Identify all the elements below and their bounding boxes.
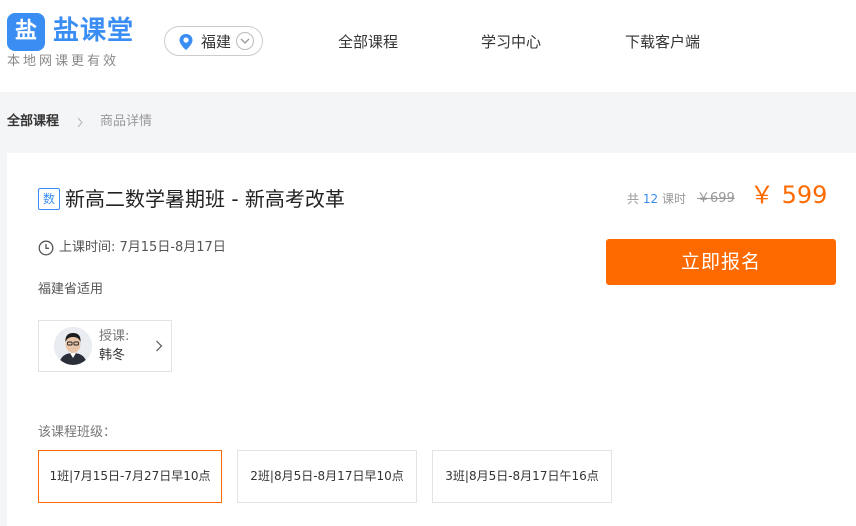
teacher-role: 授课: [99,329,130,344]
course-detail-card: 数 新高二数学暑期班 - 新高考改革 共 12 课时 ￥699 ￥ 599 上课… [7,153,856,526]
chevron-right-icon [156,340,163,352]
original-price: ￥699 [697,191,735,206]
lesson-count: 共 12 课时 [627,190,686,208]
chevron-right-icon [77,117,83,128]
classes-label: 该课程班级： [38,425,117,440]
logo-name: 盐课堂 [53,16,135,46]
top-header: 盐 盐课堂 本地网课更有效 福建 全部课程 学习中心 下载客户端 [0,0,856,92]
teacher-name: 韩冬 [99,348,126,363]
class-option-3[interactable]: 3班|8月5日-8月17日午16点 [432,450,612,503]
region-text: 福建省适用 [38,282,104,297]
teacher-avatar [54,327,92,365]
lesson-count-suffix: 课时 [661,192,686,206]
chevron-down-icon [236,32,254,50]
clock-icon [38,240,54,256]
class-option-2[interactable]: 2班|8月5日-8月17日早10点 [237,450,417,503]
lesson-count-number: 12 [642,192,659,206]
class-option-1[interactable]: 1班|7月15日-7月27日早10点 [38,450,222,503]
city-name: 福建 [201,33,232,51]
schedule-text: 上课时间: 7月15日-8月17日 [59,240,226,255]
location-pin-icon [179,34,193,50]
teacher-card[interactable]: 授课: 韩冬 [38,320,172,372]
breadcrumb-home[interactable]: 全部课程 [7,112,59,132]
current-price: ￥ 599 [750,181,828,209]
enroll-button[interactable]: 立即报名 [606,239,836,285]
lesson-count-prefix: 共 [627,192,640,206]
logo-icon: 盐 [7,13,45,51]
course-title: 新高二数学暑期班 - 新高考改革 [65,187,345,211]
breadcrumb-current: 商品详情 [100,114,153,129]
subject-badge: 数 [38,188,60,210]
nav-all-courses[interactable]: 全部课程 [338,32,398,52]
city-selector[interactable]: 福建 [164,26,263,56]
logo[interactable]: 盐 盐课堂 本地网课更有效 [7,11,147,73]
nav-download-client[interactable]: 下载客户端 [625,32,700,52]
nav-learning-center[interactable]: 学习中心 [481,32,541,52]
logo-slogan: 本地网课更有效 [7,54,120,69]
